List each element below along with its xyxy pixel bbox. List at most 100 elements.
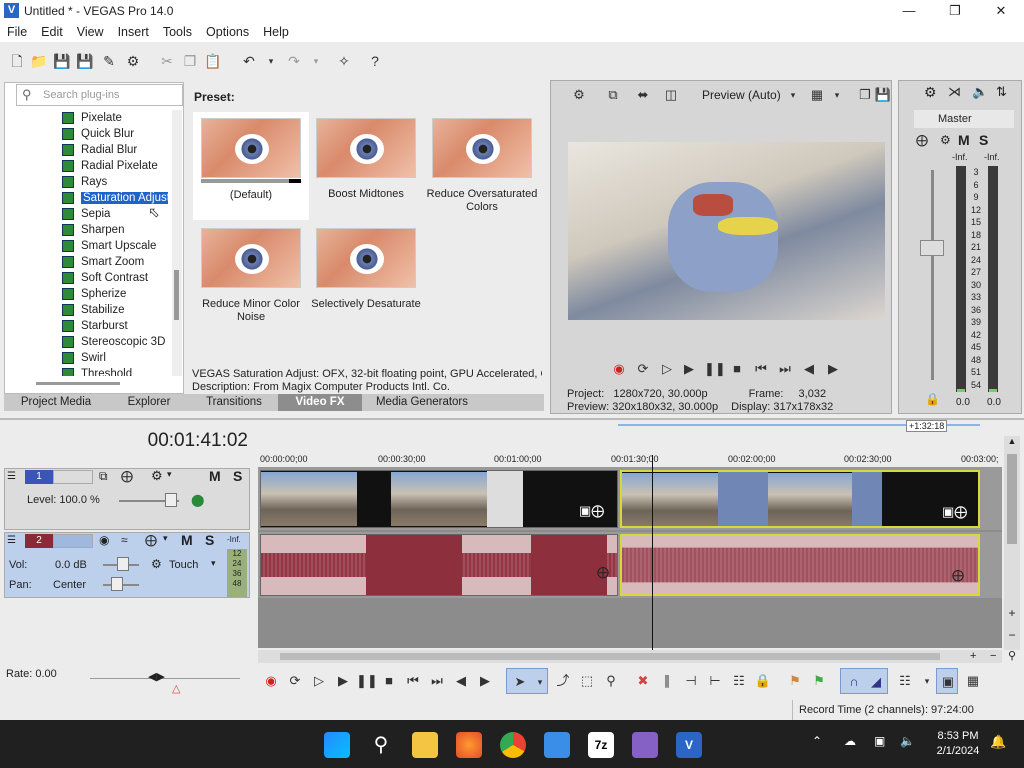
stop-icon[interactable]: ■ [380,672,398,690]
pause-icon[interactable]: ❚❚ [356,672,378,690]
preview-quality-dropdown[interactable]: Preview (Auto) [702,88,781,102]
save-icon[interactable]: 💾 [53,52,71,70]
plugin-item[interactable]: Swirl [20,350,168,366]
timeline-vscrollbar[interactable]: ▲ + − [1004,436,1020,650]
visual-studio-icon[interactable] [632,732,658,758]
video-track-header[interactable]: ☰ 1 ⧉ ⨁ ⚙ ▾ M S Level: 100.0 % ⬤ [4,468,250,530]
new-file-icon[interactable]: 🗋 [8,52,26,70]
properties-gear-icon[interactable]: ⚙ [124,52,142,70]
automation-gear-icon[interactable]: ⚙ [151,557,162,571]
auto-crossfade-icon[interactable]: ◢ [867,673,885,691]
track-name-field[interactable] [53,534,93,548]
tray-volume-icon[interactable]: 🔈 [900,734,915,748]
plugin-item[interactable]: Stabilize [20,302,168,318]
mixer-speaker-icon[interactable]: 🔈 [972,84,988,100]
preset-selectively-desaturate[interactable]: Selectively Desaturate [308,222,424,330]
pan-slider-knob[interactable] [111,577,123,591]
plugin-list-scrollbar[interactable] [172,110,182,376]
track2-mute-button[interactable]: M [181,532,193,548]
compositing-mode-icon[interactable]: ⧉ [99,469,108,484]
maximize-button[interactable]: ❐ [932,0,978,22]
scrollbar-thumb[interactable] [174,270,179,320]
plugin-item[interactable]: Spherize [20,286,168,302]
scroll-up-icon[interactable]: ▲ [1004,436,1020,450]
preset-reduce-minor-noise[interactable]: Reduce Minor Color Noise [193,222,309,330]
event-handle-icon[interactable]: ⨁ [952,568,964,582]
chevron-down-icon[interactable]: ▾ [167,469,172,480]
external-monitor-icon[interactable]: ⧉ [604,86,622,104]
marker-icon[interactable]: ⚑ [786,672,804,690]
mixer-lock-icon[interactable]: ⇅ [996,84,1007,100]
notepad-icon[interactable] [544,732,570,758]
track-motion-icon[interactable]: ⨁ [121,469,133,483]
explode-tool-icon[interactable]: ✧ [335,52,353,70]
delete-icon[interactable]: ✖ [634,672,652,690]
track1-mute-button[interactable]: M [209,468,221,484]
timeline-ruler[interactable]: 00:00:00;00 00:00:30;00 00:01:00;00 00:0… [258,448,1002,468]
track-name-field[interactable] [53,470,93,484]
search-icon[interactable]: ⚲ [368,732,394,758]
chevron-down-icon[interactable]: ▾ [784,86,802,104]
previous-frame-icon[interactable]: ◀ [452,672,470,690]
help-icon[interactable]: ? [366,52,384,70]
zoom-in-h-icon[interactable]: + [970,650,976,662]
mixer-gear-icon[interactable]: ⚙ [924,84,937,101]
loop-playback-icon[interactable]: ⟳ [634,360,652,378]
chrome-icon[interactable] [500,732,526,758]
insert-fx-icon[interactable]: ⨁ [145,533,157,547]
audio-event[interactable]: ⨁ [260,534,618,596]
level-slider-knob[interactable] [165,493,177,507]
plugin-item[interactable]: Threshold [20,366,168,376]
plugin-item[interactable]: Radial Pixelate [20,158,168,174]
rate-slider-knob[interactable]: ◀▶ [148,670,165,683]
insert-fx-icon[interactable]: ⨁ [916,133,928,147]
bus-fx-gear-icon[interactable]: ⚙ [940,133,951,147]
lock-icon[interactable]: 🔒 [754,672,772,690]
next-frame-icon[interactable]: ▶ [476,672,494,690]
tab-video-fx[interactable]: Video FX [278,394,362,411]
split-screen-icon[interactable]: ⬌ [634,86,652,104]
undo-icon[interactable]: ↶ [240,52,258,70]
scrollbar-thumb[interactable] [1007,454,1017,544]
cut-icon[interactable]: ✂ [158,52,176,70]
render-as-icon[interactable]: ✎ [100,52,118,70]
paste-icon[interactable]: 📋 [204,52,222,70]
redo-icon[interactable]: ↷ [285,52,303,70]
loop-playback-icon[interactable]: ⟳ [286,672,304,690]
generated-media-icon[interactable]: ⬤ [191,493,204,507]
track1-solo-button[interactable]: S [233,468,242,484]
menu-insert[interactable]: Insert [111,22,156,39]
menu-view[interactable]: View [70,22,111,39]
master-solo-button[interactable]: S [979,132,988,148]
pause-icon[interactable]: ❚❚ [704,360,726,378]
copy-snapshot-icon[interactable]: ❐ [856,86,874,104]
plugin-list-hscrollbar[interactable] [20,378,170,388]
event-fx-icon[interactable]: ▣⨁ [942,504,967,520]
zoom-out-h-icon[interactable]: − [990,650,996,662]
record-icon[interactable]: ◉ [262,672,280,690]
snapping-magnet-icon[interactable]: ∩ [845,673,863,691]
next-frame-icon[interactable]: ▶ [824,360,842,378]
event-handle-icon[interactable]: ⨁ [597,565,609,579]
volume-slider-knob[interactable] [117,557,129,571]
menu-options[interactable]: Options [199,22,256,39]
track-minimize-icon[interactable]: ☰ [7,535,16,546]
chevron-down-icon[interactable]: ▾ [918,672,936,690]
copy-icon[interactable]: ❐ [181,52,199,70]
go-to-end-icon[interactable]: ⏭ [428,672,446,690]
tray-network-icon[interactable]: ☁ [844,734,856,748]
ripple-edit-icon[interactable]: ☷ [896,672,914,690]
normal-edit-tool[interactable]: ➤ ▾ [506,668,548,694]
save-snapshot-icon[interactable]: 💾 [874,86,892,104]
go-to-start-icon[interactable]: ⏮ [404,672,422,690]
zoom-tool-icon[interactable]: ⚲ [602,672,620,690]
redo-dropdown-icon[interactable]: ▾ [307,52,325,70]
preset-reduce-oversaturated[interactable]: Reduce Oversaturated Colors [424,112,540,220]
save-as-icon[interactable]: 💾 [76,52,94,70]
selection-tool-icon[interactable]: ⬚ [578,672,596,690]
menu-help[interactable]: Help [256,22,296,39]
open-folder-icon[interactable]: 📁 [30,52,48,70]
video-event[interactable]: ▣⨁ [260,470,618,528]
tab-explorer[interactable]: Explorer [108,394,190,411]
undo-dropdown-icon[interactable]: ▾ [262,52,280,70]
